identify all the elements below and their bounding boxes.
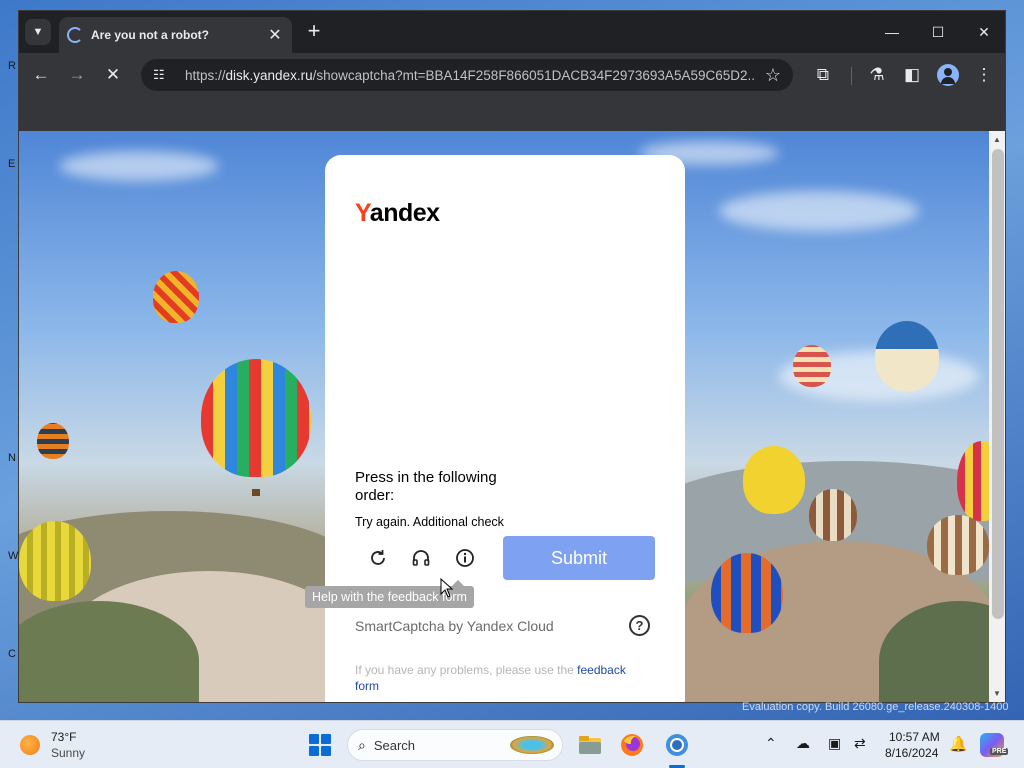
logo-letter-y: Y [355, 199, 370, 227]
cloud-offline-icon[interactable]: ☁ [796, 735, 810, 752]
help-icon[interactable]: ? [629, 615, 650, 636]
tab-title: Are you not a robot? [91, 28, 209, 42]
file-explorer-icon[interactable] [576, 731, 604, 759]
side-panel-icon[interactable]: ◧ [898, 61, 926, 89]
refresh-icon[interactable] [365, 545, 391, 571]
desktop-letter: R [8, 60, 16, 72]
bookmark-star-icon[interactable]: ☆ [765, 65, 781, 86]
url-path: /showcaptcha?mt=BBA14F258F866051DACB34F2… [312, 67, 755, 83]
taskbar-search[interactable]: ⌕ Search [347, 729, 563, 761]
info-icon[interactable] [452, 545, 478, 571]
network-icon[interactable]: ⇄ [854, 735, 866, 752]
desktop-letter: E [8, 158, 16, 170]
browser-toolbar: ← → ✕ ☷ https://disk.yandex.ru/showcaptc… [19, 53, 1005, 97]
clock-time[interactable]: 10:57 AM [889, 730, 940, 744]
maximize-icon[interactable]: ☐ [915, 17, 961, 47]
captcha-card: Yandex Press in the following order: Try… [325, 155, 685, 702]
captcha-instruction: Press in the following order: [355, 469, 497, 504]
copilot-preview-badge: PRE [990, 748, 1009, 755]
chevron-up-icon[interactable]: ⌃ [765, 735, 777, 752]
smartcaptcha-brand: SmartCaptcha by Yandex Cloud [355, 618, 554, 634]
search-label: Search [373, 737, 416, 753]
extensions-icon[interactable]: ⧉ [809, 61, 837, 89]
problem-text: If you have any problems, please use the [355, 663, 574, 677]
weather-temperature[interactable]: 73°F [51, 730, 76, 744]
scroll-thumb[interactable] [992, 149, 1004, 619]
minimize-icon[interactable]: — [869, 17, 915, 47]
sun-icon[interactable] [20, 735, 40, 755]
weather-condition[interactable]: Sunny [51, 746, 85, 760]
stop-loading-icon[interactable]: ✕ [99, 61, 127, 89]
page-viewport: Yandex Press in the following order: Try… [19, 131, 989, 702]
scroll-down-icon[interactable]: ▼ [993, 689, 1001, 698]
page-scrollbar[interactable]: ▲ ▼ [989, 131, 1005, 702]
bell-notification-icon[interactable]: 🔔 [949, 735, 968, 753]
address-bar[interactable]: ☷ https://disk.yandex.ru/showcaptcha?mt=… [141, 59, 793, 91]
display-icon[interactable]: ▣ [828, 735, 841, 752]
back-icon[interactable]: ← [27, 61, 55, 89]
labs-flask-icon[interactable]: ⚗ [863, 61, 891, 89]
logo-rest: andex [369, 199, 440, 227]
submit-button[interactable]: Submit [503, 536, 655, 580]
yandex-logo: Yandex [355, 199, 440, 228]
evaluation-watermark: Evaluation copy. Build 26080.ge_release.… [742, 701, 1009, 713]
close-tab-icon[interactable]: ✕ [266, 25, 284, 45]
scroll-up-icon[interactable]: ▲ [993, 135, 1001, 144]
problem-note: If you have any problems, please use the… [355, 662, 645, 694]
desktop-letter: N [8, 452, 16, 464]
taskbar: 73°F Sunny ⌕ Search ⌃ ☁ ▣ ⇄ 10:57 AM 8/1… [0, 720, 1024, 768]
search-highlight-art [510, 736, 554, 754]
captcha-status: Try again. Additional check [355, 515, 504, 529]
loading-spinner-icon [67, 27, 83, 43]
menu-kebab-icon[interactable]: ⋮ [970, 61, 998, 89]
browser-window: ▼ Are you not a robot? ✕ + — ☐ ✕ ← → ✕ ☷… [18, 10, 1006, 703]
browser-tab[interactable]: Are you not a robot? ✕ [59, 17, 292, 53]
firefox-icon[interactable] [618, 731, 646, 759]
bookmarks-bar [19, 97, 1005, 131]
chevron-down-icon[interactable]: ▼ [25, 19, 51, 45]
tab-strip: ▼ Are you not a robot? ✕ + — ☐ ✕ [19, 11, 1005, 53]
mouse-cursor-icon [440, 578, 454, 598]
new-tab-icon[interactable]: + [301, 19, 327, 45]
url-scheme: https:// [185, 67, 226, 83]
site-info-icon[interactable]: ☷ [153, 67, 173, 83]
chrome-canary-icon[interactable] [663, 731, 691, 759]
toolbar-divider [851, 67, 852, 85]
desktop-letter: C [8, 648, 16, 660]
url-text[interactable]: https://disk.yandex.ru/showcaptcha?mt=BB… [185, 68, 755, 83]
desktop-letter: W [8, 550, 19, 562]
search-icon: ⌕ [358, 736, 366, 753]
window-close-icon[interactable]: ✕ [961, 17, 1005, 47]
windows-start-icon[interactable] [309, 734, 331, 756]
forward-icon[interactable]: → [63, 61, 91, 89]
profile-avatar-icon[interactable] [937, 64, 959, 86]
clock-date[interactable]: 8/16/2024 [885, 746, 938, 760]
headphones-icon[interactable] [408, 545, 434, 571]
url-host: disk.yandex.ru [225, 67, 313, 83]
